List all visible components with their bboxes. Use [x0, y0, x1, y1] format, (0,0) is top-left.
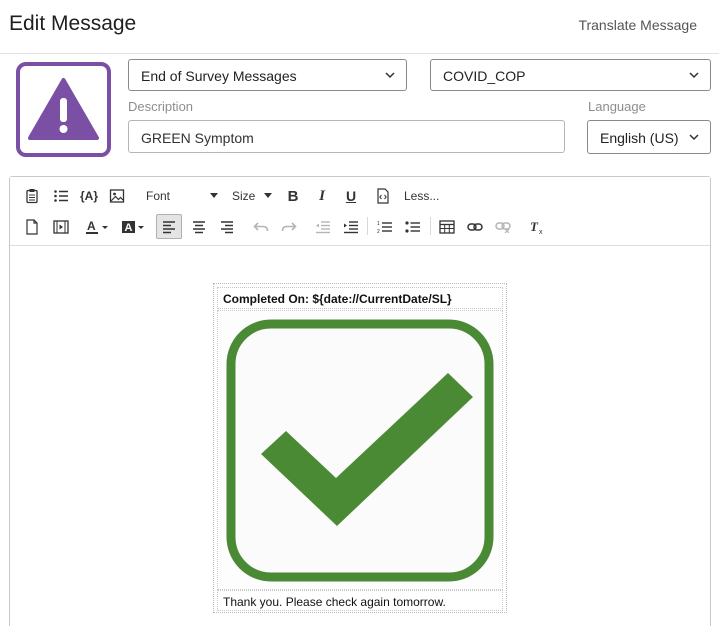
numbered-list-icon[interactable]: 12	[374, 216, 396, 238]
outdent-icon[interactable]	[312, 216, 334, 238]
underline-button[interactable]: U	[340, 185, 362, 207]
text-color-button[interactable]: A	[84, 216, 112, 238]
image-icon[interactable]	[107, 185, 127, 207]
bold-button[interactable]: B	[282, 185, 304, 207]
paste-icon[interactable]	[22, 185, 42, 207]
chevron-down-icon	[689, 72, 699, 79]
svg-text:A: A	[125, 222, 133, 234]
align-right-icon	[221, 221, 233, 234]
align-center-button[interactable]	[188, 216, 210, 238]
svg-text:x: x	[539, 229, 543, 235]
toolbar-separator	[367, 217, 368, 235]
library-select[interactable]: COVID_COP	[430, 59, 711, 91]
piped-text-button[interactable]: {A}	[78, 185, 100, 207]
italic-button[interactable]: I	[311, 185, 333, 207]
background-color-icon: A	[122, 221, 144, 234]
redo-icon[interactable]	[278, 216, 300, 238]
align-left-icon	[163, 220, 175, 233]
less-label: Less...	[404, 189, 440, 203]
completed-on-text: Completed On: ${date://CurrentDate/SL}	[223, 292, 452, 306]
chevron-down-icon	[385, 72, 395, 79]
header: Edit Message Translate Message	[0, 0, 719, 54]
category-select[interactable]: End of Survey Messages	[128, 59, 407, 91]
translate-message-button[interactable]: Translate Message	[578, 17, 697, 33]
description-value: GREEN Symptom	[141, 130, 254, 146]
language-select-value: English (US)	[600, 130, 679, 146]
source-code-icon[interactable]	[372, 185, 394, 207]
unlink-icon[interactable]	[492, 216, 514, 238]
size-dropdown-label: Size	[232, 189, 256, 203]
align-right-button[interactable]	[216, 216, 238, 238]
toolbar-separator	[430, 217, 431, 235]
svg-text:2: 2	[377, 229, 380, 234]
table-cell[interactable]	[217, 310, 503, 590]
category-select-value: End of Survey Messages	[141, 68, 297, 84]
text-color-icon: A	[86, 219, 108, 234]
clear-formatting-icon[interactable]: Tx	[526, 216, 548, 238]
page-title: Edit Message	[9, 12, 137, 35]
rich-text-editor: {A} Font Size B I U Less... A A 1 2 T x …	[9, 176, 711, 626]
green-checkmark-icon	[218, 311, 502, 587]
message-table: Completed On: ${date://CurrentDate/SL} T…	[213, 283, 507, 613]
description-label: Description	[128, 99, 194, 114]
less-button[interactable]: Less...	[404, 185, 444, 207]
bulleted-list-icon[interactable]	[402, 216, 424, 238]
table-cell[interactable]: Completed On: ${date://CurrentDate/SL}	[217, 287, 503, 309]
font-dropdown[interactable]: Font	[140, 185, 218, 207]
underline-label: U	[345, 188, 357, 204]
message-icon-picker[interactable]	[16, 62, 111, 157]
media-icon[interactable]	[50, 216, 72, 238]
language-select[interactable]: English (US)	[587, 120, 711, 154]
editor-content[interactable]: Completed On: ${date://CurrentDate/SL} T…	[10, 247, 710, 626]
link-icon[interactable]	[464, 216, 486, 238]
table-icon[interactable]	[436, 216, 458, 238]
description-input[interactable]: GREEN Symptom	[128, 120, 565, 153]
warning-icon	[28, 78, 99, 140]
bold-label: B	[287, 187, 299, 205]
svg-text:A: A	[87, 219, 96, 233]
caret-down-icon	[210, 193, 218, 198]
table-cell[interactable]: Thank you. Please check again tomorrow.	[217, 590, 503, 611]
italic-label: I	[319, 187, 325, 204]
piped-text-label: {A}	[79, 189, 98, 203]
chevron-down-icon	[689, 134, 699, 141]
indent-icon[interactable]	[340, 216, 362, 238]
undo-icon[interactable]	[250, 216, 272, 238]
editor-toolbar: {A} Font Size B I U Less... A A 1 2 T x	[10, 177, 710, 246]
size-dropdown[interactable]: Size	[226, 185, 272, 207]
list-view-icon[interactable]	[50, 185, 72, 207]
footer-text: Thank you. Please check again tomorrow.	[223, 595, 446, 609]
library-select-value: COVID_COP	[443, 68, 526, 84]
font-dropdown-label: Font	[146, 189, 171, 203]
language-label: Language	[588, 99, 646, 114]
align-center-icon	[193, 221, 205, 234]
caret-down-icon	[264, 193, 272, 198]
new-page-icon[interactable]	[22, 216, 42, 238]
align-left-button[interactable]	[156, 214, 182, 239]
background-color-button[interactable]: A	[120, 216, 148, 238]
svg-text:T: T	[530, 219, 539, 234]
svg-text:1: 1	[377, 221, 380, 227]
